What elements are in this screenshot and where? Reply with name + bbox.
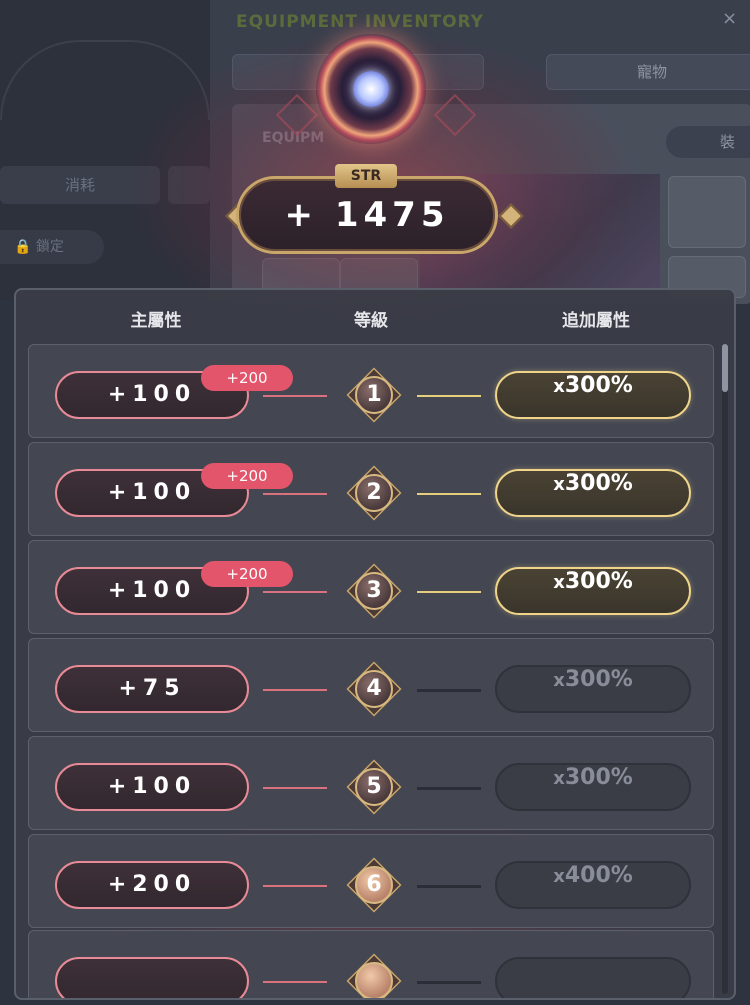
bonus-stat-value: 300%	[564, 471, 633, 496]
bonus-stat-pill: x300%	[495, 371, 691, 419]
bonus-stat-pill: x300%	[495, 665, 691, 713]
connector-line	[417, 395, 481, 397]
level-row: +100 5 x300%	[28, 736, 714, 830]
stat-orb-icon	[316, 34, 426, 144]
stat-total-value: + 1475	[284, 195, 450, 235]
connector-line	[417, 981, 481, 984]
level-row: +100 +200 2 x300%	[28, 442, 714, 536]
multiplier-sign: x	[553, 376, 565, 397]
main-stat-pill: +200	[55, 861, 249, 909]
stat-level-panel: 主屬性 等級 追加屬性 +100 +200 1 x300% +100 +200 2 x300%…	[14, 288, 736, 1000]
connector-line	[263, 885, 327, 887]
main-stat-pill: +75	[55, 665, 249, 713]
background-equip-button[interactable]: 裝	[666, 126, 750, 158]
close-icon[interactable]: ×	[722, 8, 737, 29]
bonus-stat-pill: x300%	[495, 469, 691, 517]
bonus-badge: +200	[201, 561, 293, 587]
bonus-stat-pill: x300%	[495, 567, 691, 615]
level-row-partial	[28, 930, 714, 998]
level-badge: 6	[346, 857, 402, 913]
connector-line	[263, 981, 327, 983]
stat-type-tag: STR	[335, 164, 397, 188]
connector-line	[263, 591, 327, 593]
multiplier-sign: x	[553, 572, 565, 593]
level-number: 2	[355, 474, 393, 512]
background-lock-button[interactable]: 🔒 鎖定	[0, 230, 104, 264]
level-number: 3	[355, 572, 393, 610]
bonus-badge: +200	[201, 365, 293, 391]
background-window-title: EQUIPMENT INVENTORY	[236, 12, 484, 32]
column-header-level: 等級	[354, 311, 388, 331]
scrollbar-thumb[interactable]	[722, 344, 728, 392]
bonus-stat-value: 300%	[564, 667, 633, 692]
bonus-badge: +200	[201, 463, 293, 489]
connector-line	[263, 689, 327, 691]
connector-line	[417, 787, 481, 790]
bonus-stat-pill: x400%	[495, 861, 691, 909]
background-tab-extra[interactable]	[168, 166, 210, 204]
main-stat-pill	[55, 957, 249, 998]
level-badge	[346, 953, 402, 998]
level-row: +200 6 x400%	[28, 834, 714, 928]
level-number: 4	[355, 670, 393, 708]
connector-line	[263, 493, 327, 495]
column-header-main-stat: 主屬性	[130, 311, 182, 331]
multiplier-sign: x	[553, 474, 565, 495]
connector-line	[417, 493, 481, 495]
multiplier-sign: x	[553, 866, 565, 887]
bonus-stat-value: 300%	[564, 373, 633, 398]
multiplier-sign: x	[553, 670, 565, 691]
level-badge: 5	[346, 759, 402, 815]
connector-line	[417, 591, 481, 593]
bonus-stat-value: 400%	[564, 863, 633, 888]
connector-line	[417, 885, 481, 888]
connector-line	[263, 787, 327, 789]
level-badge: 4	[346, 661, 402, 717]
bonus-stat-pill	[495, 957, 691, 998]
main-stat-pill: +100	[55, 763, 249, 811]
level-badge: 1	[346, 367, 402, 423]
level-badge: 3	[346, 563, 402, 619]
level-number: 1	[355, 376, 393, 414]
level-number: 5	[355, 768, 393, 806]
connector-line	[263, 395, 327, 397]
background-item-slot[interactable]	[668, 176, 746, 248]
level-circle	[355, 962, 393, 998]
column-header-bonus-stat: 追加屬性	[562, 311, 630, 331]
bonus-stat-value: 300%	[564, 569, 633, 594]
connector-line	[417, 689, 481, 692]
bonus-stat-pill: x300%	[495, 763, 691, 811]
bonus-stat-value: 300%	[564, 765, 633, 790]
level-row: +100 +200 3 x300%	[28, 540, 714, 634]
background-tab-consumables[interactable]: 消耗	[0, 166, 160, 204]
multiplier-sign: x	[553, 768, 565, 789]
level-badge: 2	[346, 465, 402, 521]
background-tab-pet[interactable]: 寵物	[546, 54, 750, 90]
crystal-gem-icon	[353, 71, 389, 107]
scrollbar-track[interactable]	[722, 344, 728, 994]
level-row: +100 +200 1 x300%	[28, 344, 714, 438]
level-row: +75 4 x300%	[28, 638, 714, 732]
level-number: 6	[355, 866, 393, 904]
